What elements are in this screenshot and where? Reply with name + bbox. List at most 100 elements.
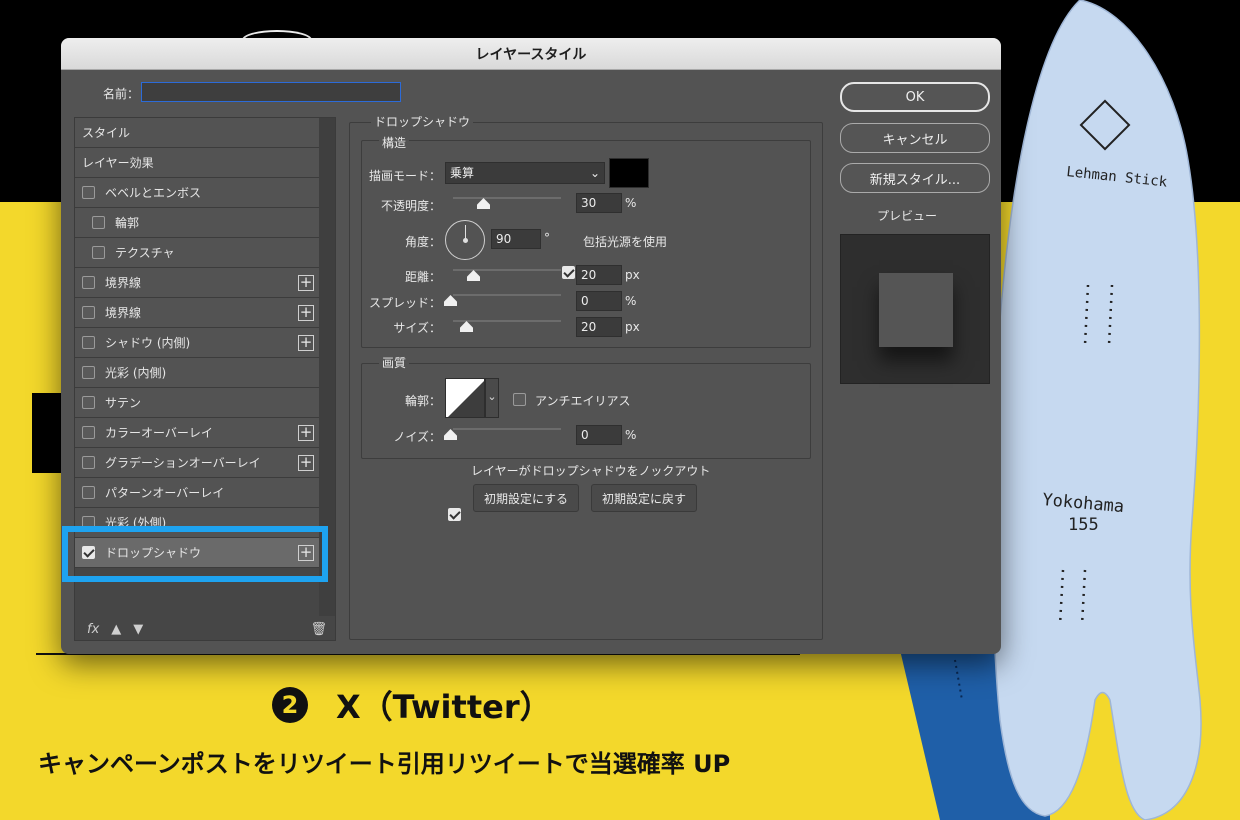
style-item[interactable]: パターンオーバーレイ bbox=[75, 478, 319, 508]
add-effect-icon[interactable]: + bbox=[298, 425, 314, 441]
campaign-headline: 2 X（Twitter） bbox=[272, 683, 552, 727]
knockout-checkbox[interactable] bbox=[448, 508, 461, 521]
style-item[interactable]: シャドウ (内側) + bbox=[75, 328, 319, 358]
styles-list: スタイル レイヤー効果 ベベルとエンボス 輪郭 テクスチャ 境界線 + 境界線 + シャドウ … bbox=[75, 118, 319, 616]
style-item[interactable]: 輪郭 bbox=[75, 208, 319, 238]
style-item-checkbox[interactable] bbox=[82, 426, 95, 439]
structure-title: 構造 bbox=[379, 134, 410, 151]
style-item[interactable]: 光彩 (内側) bbox=[75, 358, 319, 388]
style-item-label: パターンオーバーレイ bbox=[105, 486, 225, 500]
style-item-label: シャドウ (内側) bbox=[105, 336, 191, 350]
styles-scrollbar[interactable] bbox=[319, 118, 335, 616]
styles-footer: fx ▲ ▼ 🗑 bbox=[75, 616, 335, 642]
style-name-input[interactable] bbox=[141, 82, 401, 102]
distance-label: 距離： bbox=[404, 270, 441, 284]
add-effect-icon[interactable]: + bbox=[298, 455, 314, 471]
style-item[interactable]: ベベルとエンボス bbox=[75, 178, 319, 208]
distance-unit: px bbox=[625, 268, 640, 282]
make-default-button[interactable]: 初期設定にする bbox=[473, 484, 579, 512]
style-item-label: ベベルとエンボス bbox=[105, 186, 202, 200]
style-item-label: サテン bbox=[105, 396, 142, 410]
blend-mode-label: 描画モード： bbox=[368, 169, 441, 183]
opacity-input[interactable]: 30 bbox=[576, 193, 622, 213]
angle-dial[interactable] bbox=[445, 220, 485, 260]
style-item-checkbox[interactable] bbox=[92, 246, 105, 259]
opacity-unit: % bbox=[625, 196, 637, 210]
move-up-icon[interactable]: ▲ bbox=[111, 622, 121, 637]
size-slider[interactable] bbox=[453, 320, 561, 322]
style-item-checkbox[interactable] bbox=[92, 216, 105, 229]
style-item-checkbox[interactable] bbox=[82, 366, 95, 379]
style-item-label: 光彩 (外側) bbox=[105, 516, 167, 530]
quality-title: 画質 bbox=[379, 354, 410, 371]
style-item[interactable]: テクスチャ bbox=[75, 238, 319, 268]
size-label: サイズ： bbox=[393, 321, 441, 335]
style-item-checkbox[interactable] bbox=[82, 186, 95, 199]
spread-label: スプレッド： bbox=[368, 296, 441, 310]
contour-dropdown-button[interactable]: ⌄ bbox=[485, 378, 499, 418]
style-item[interactable]: 境界線 + bbox=[75, 298, 319, 328]
spread-unit: % bbox=[625, 294, 637, 308]
add-effect-icon[interactable]: + bbox=[298, 545, 314, 561]
knockout-label: レイヤーがドロップシャドウをノックアウト bbox=[471, 464, 711, 478]
opacity-slider[interactable] bbox=[453, 197, 561, 199]
styles-header[interactable]: スタイル bbox=[75, 118, 319, 148]
distance-input[interactable]: 20 bbox=[576, 265, 622, 285]
layer-style-dialog: レイヤースタイル 名前： スタイル レイヤー効果 ベベルとエンボス輪郭 テクスチャ… bbox=[61, 38, 1001, 654]
new-style-button[interactable]: 新規スタイル... bbox=[840, 163, 990, 193]
style-item[interactable]: 光彩 (外側) bbox=[75, 508, 319, 538]
style-item-checkbox[interactable] bbox=[82, 276, 95, 289]
size-input[interactable]: 20 bbox=[576, 317, 622, 337]
style-item[interactable]: グラデーションオーバーレイ + bbox=[75, 448, 319, 478]
layer-effects-label: レイヤー効果 bbox=[82, 156, 154, 170]
global-light-checkbox[interactable] bbox=[562, 266, 575, 279]
style-item[interactable]: サテン bbox=[75, 388, 319, 418]
preview-label: プレビュー bbox=[877, 209, 938, 223]
style-item[interactable]: 境界線 + bbox=[75, 268, 319, 298]
contour-picker[interactable] bbox=[445, 378, 485, 418]
ok-button[interactable]: OK bbox=[840, 82, 990, 112]
style-item[interactable]: カラーオーバーレイ + bbox=[75, 418, 319, 448]
angle-label: 角度： bbox=[404, 235, 441, 249]
move-down-icon[interactable]: ▼ bbox=[133, 622, 143, 637]
noise-input[interactable]: 0 bbox=[576, 425, 622, 445]
style-item-label: グラデーションオーバーレイ bbox=[105, 456, 261, 470]
style-item-checkbox[interactable] bbox=[82, 336, 95, 349]
add-effect-icon[interactable]: + bbox=[298, 275, 314, 291]
board-size-text: 155 bbox=[1068, 515, 1099, 535]
size-unit: px bbox=[625, 320, 640, 334]
spread-slider[interactable] bbox=[453, 294, 561, 296]
reset-default-button[interactable]: 初期設定に戻す bbox=[591, 484, 697, 512]
trash-icon[interactable]: 🗑 bbox=[310, 622, 327, 637]
dialog-title: レイヤースタイル bbox=[61, 38, 1001, 70]
fx-icon[interactable]: fx bbox=[87, 622, 99, 637]
headline-text: X（Twitter） bbox=[336, 688, 552, 726]
noise-unit: % bbox=[625, 428, 637, 442]
style-item-checkbox[interactable] bbox=[82, 396, 95, 409]
cancel-button[interactable]: キャンセル bbox=[840, 123, 990, 153]
style-item-checkbox[interactable] bbox=[82, 516, 95, 529]
antialias-checkbox[interactable] bbox=[513, 393, 526, 406]
style-item-checkbox[interactable] bbox=[82, 456, 95, 469]
contour-label: 輪郭： bbox=[404, 394, 441, 408]
noise-slider[interactable] bbox=[453, 428, 561, 430]
add-effect-icon[interactable]: + bbox=[298, 335, 314, 351]
antialias-label: アンチエイリアス bbox=[535, 394, 631, 408]
style-item[interactable]: ドロップシャドウ + bbox=[75, 538, 319, 568]
add-effect-icon[interactable]: + bbox=[298, 305, 314, 321]
distance-slider[interactable] bbox=[453, 269, 561, 271]
noise-label: ノイズ： bbox=[393, 430, 441, 444]
blend-mode-select[interactable]: 乗算 ⌄ bbox=[445, 162, 605, 184]
style-item-label: 境界線 bbox=[105, 306, 142, 320]
blend-mode-value: 乗算 bbox=[450, 166, 475, 180]
spread-input[interactable]: 0 bbox=[576, 291, 622, 311]
style-item-checkbox[interactable] bbox=[82, 306, 95, 319]
style-item-checkbox[interactable] bbox=[82, 546, 95, 559]
layer-effects-header[interactable]: レイヤー効果 bbox=[75, 148, 319, 178]
name-label: 名前： bbox=[103, 87, 140, 101]
style-item-label: ドロップシャドウ bbox=[105, 546, 202, 560]
style-item-checkbox[interactable] bbox=[82, 486, 95, 499]
shadow-color-swatch[interactable] bbox=[609, 158, 649, 188]
styles-header-label: スタイル bbox=[82, 126, 131, 140]
angle-input[interactable]: 90 bbox=[491, 229, 541, 249]
